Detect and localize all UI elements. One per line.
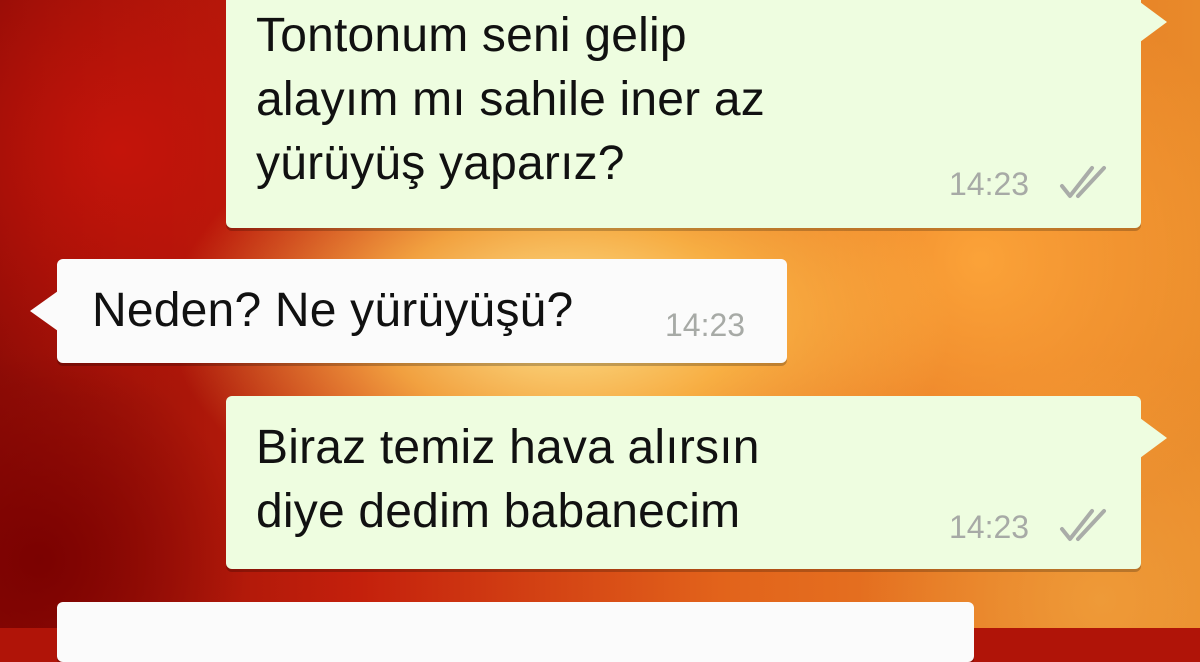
bubble-tail [30,291,58,331]
bubble-tail [1140,2,1167,42]
message-text: Biraz temiz hava alırsın diye dedim baba… [256,421,760,538]
message-timestamp: 14:23 [949,166,1030,202]
message-bubble-outgoing[interactable]: Tontonum seni gelip alayım mı sahile ine… [226,0,1167,228]
bubble-tail [1140,418,1167,458]
message-bubble-outgoing[interactable]: Biraz temiz hava alırsın diye dedim baba… [226,396,1167,569]
message-bubble-incoming[interactable] [57,602,974,662]
double-check-icon [1060,509,1106,541]
message-text: Tontonum seni gelip alayım mı sahile ine… [256,9,765,190]
message-timestamp: 14:23 [949,509,1030,545]
message-timestamp: 14:23 [665,307,746,343]
double-check-icon [1060,166,1106,198]
message-text: Neden? Ne yürüyüşü? [92,284,574,337]
message-bubble-incoming[interactable]: Neden? Ne yürüyüşü? 14:23 [30,259,787,363]
